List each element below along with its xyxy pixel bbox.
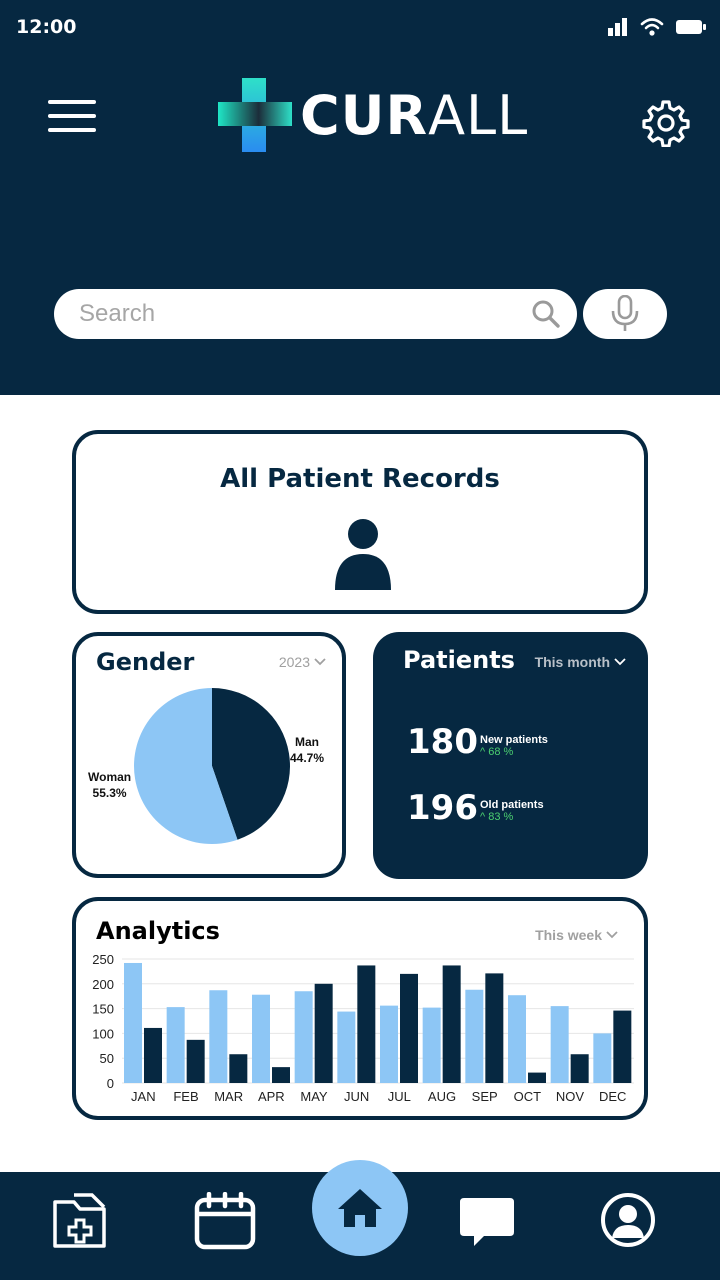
bar-aug-series-1 (422, 1007, 441, 1083)
new-patients-count: 180 (407, 722, 478, 762)
bar-oct-series-2 (528, 1072, 546, 1083)
x-tick-label: MAR (214, 1089, 243, 1104)
bar-jul-series-2 (400, 973, 418, 1083)
x-tick-label: JUN (344, 1089, 369, 1104)
search-input[interactable] (79, 300, 531, 328)
bar-jun-series-1 (337, 1011, 356, 1083)
bar-mar-series-2 (229, 1054, 248, 1083)
new-patients-label: New patients (480, 734, 548, 746)
home-icon (338, 1189, 382, 1227)
calendar-icon[interactable] (194, 1192, 256, 1250)
y-tick-label: 0 (107, 1076, 114, 1091)
bar-dec-series-1 (593, 1033, 612, 1083)
x-tick-label: NOV (556, 1089, 585, 1104)
search-bar (54, 289, 577, 339)
home-button[interactable] (312, 1160, 408, 1256)
x-tick-label: AUG (428, 1089, 456, 1104)
bar-apr-series-2 (272, 1067, 290, 1083)
bar-jun-series-2 (357, 965, 376, 1083)
x-tick-label: DEC (599, 1089, 626, 1104)
bar-aug-series-2 (442, 965, 461, 1083)
bar-jan-series-1 (124, 962, 142, 1083)
week-filter[interactable]: This week (535, 927, 618, 943)
month-filter-label: This month (534, 654, 610, 670)
status-icons (608, 17, 706, 37)
x-tick-label: MAY (300, 1089, 328, 1104)
records-title: All Patient Records (220, 464, 500, 494)
bar-feb-series-1 (166, 1007, 185, 1083)
bar-dec-series-2 (613, 1010, 632, 1083)
year-filter[interactable]: 2023 (279, 654, 326, 670)
medical-folder-icon[interactable] (52, 1192, 110, 1250)
microphone-icon (611, 295, 639, 331)
bar-nov-series-1 (550, 1006, 569, 1083)
old-patients-label: Old patients (480, 799, 544, 811)
bar-sep-series-1 (465, 989, 484, 1083)
x-tick-label: JUL (388, 1089, 411, 1104)
search-icon[interactable] (531, 299, 561, 329)
new-patients-change: ^ 68 % (480, 746, 514, 758)
user-icon (335, 519, 391, 590)
chevron-down-icon (314, 658, 326, 666)
week-filter-label: This week (535, 927, 602, 943)
month-filter[interactable]: This month (535, 654, 626, 670)
battery-icon (676, 20, 706, 34)
all-patient-records-card[interactable]: All Patient Records (72, 430, 648, 614)
y-tick-label: 50 (100, 1051, 114, 1066)
bar-feb-series-2 (186, 1039, 205, 1083)
patients-title: Patients (403, 646, 515, 674)
chevron-down-icon (614, 658, 626, 666)
chevron-down-icon (606, 931, 618, 939)
bar-apr-series-1 (252, 994, 270, 1083)
gear-icon[interactable] (642, 99, 690, 147)
status-time: 12:00 (16, 16, 77, 38)
profile-icon[interactable] (600, 1192, 656, 1248)
old-patients-count: 196 (407, 788, 478, 828)
bar-may-series-2 (314, 983, 333, 1083)
woman-label: Woman 55.3% (88, 770, 132, 800)
bar-sep-series-2 (485, 973, 504, 1083)
signal-icon (608, 18, 627, 36)
y-tick-label: 150 (92, 1002, 114, 1017)
wifi-icon (640, 18, 664, 36)
medical-cross-icon (218, 78, 292, 152)
bar-mar-series-1 (209, 990, 228, 1083)
x-tick-label: FEB (173, 1089, 198, 1104)
chat-icon[interactable] (458, 1196, 516, 1248)
y-tick-label: 200 (92, 977, 114, 992)
x-tick-label: JAN (131, 1089, 156, 1104)
old-patients-change: ^ 83 % (480, 811, 514, 823)
gender-pie-chart (133, 688, 290, 844)
bar-jan-series-2 (144, 1027, 162, 1083)
bar-nov-series-2 (570, 1054, 589, 1083)
analytics-title: Analytics (96, 917, 220, 945)
logo-text: CURALL (300, 83, 529, 147)
bar-oct-series-1 (508, 995, 526, 1083)
x-tick-label: APR (258, 1089, 285, 1104)
man-label: Man 44.7% (290, 735, 325, 765)
gender-card: Gender 2023 Man 44.7% Woman 55.3% (72, 632, 346, 878)
menu-icon[interactable] (48, 100, 96, 134)
year-filter-label: 2023 (278, 654, 310, 670)
bar-may-series-1 (294, 991, 313, 1083)
voice-search-button[interactable] (583, 289, 667, 339)
app-header: 12:00 CURALL Search (0, 0, 720, 395)
x-tick-label: OCT (514, 1089, 542, 1104)
gender-title: Gender (96, 648, 195, 676)
y-tick-label: 100 (92, 1026, 114, 1041)
patients-card: Patients This month 180 New patients ^ 6… (373, 632, 648, 879)
x-tick-label: SEP (472, 1089, 498, 1104)
bar-jul-series-1 (380, 1005, 398, 1083)
app-logo: CURALL (216, 76, 528, 154)
analytics-card: 0 50 100 150 200 250 JAN FEB MAR APR MAY JUN JUL AUG S… (72, 897, 648, 1120)
y-tick-label: 250 (92, 952, 114, 967)
